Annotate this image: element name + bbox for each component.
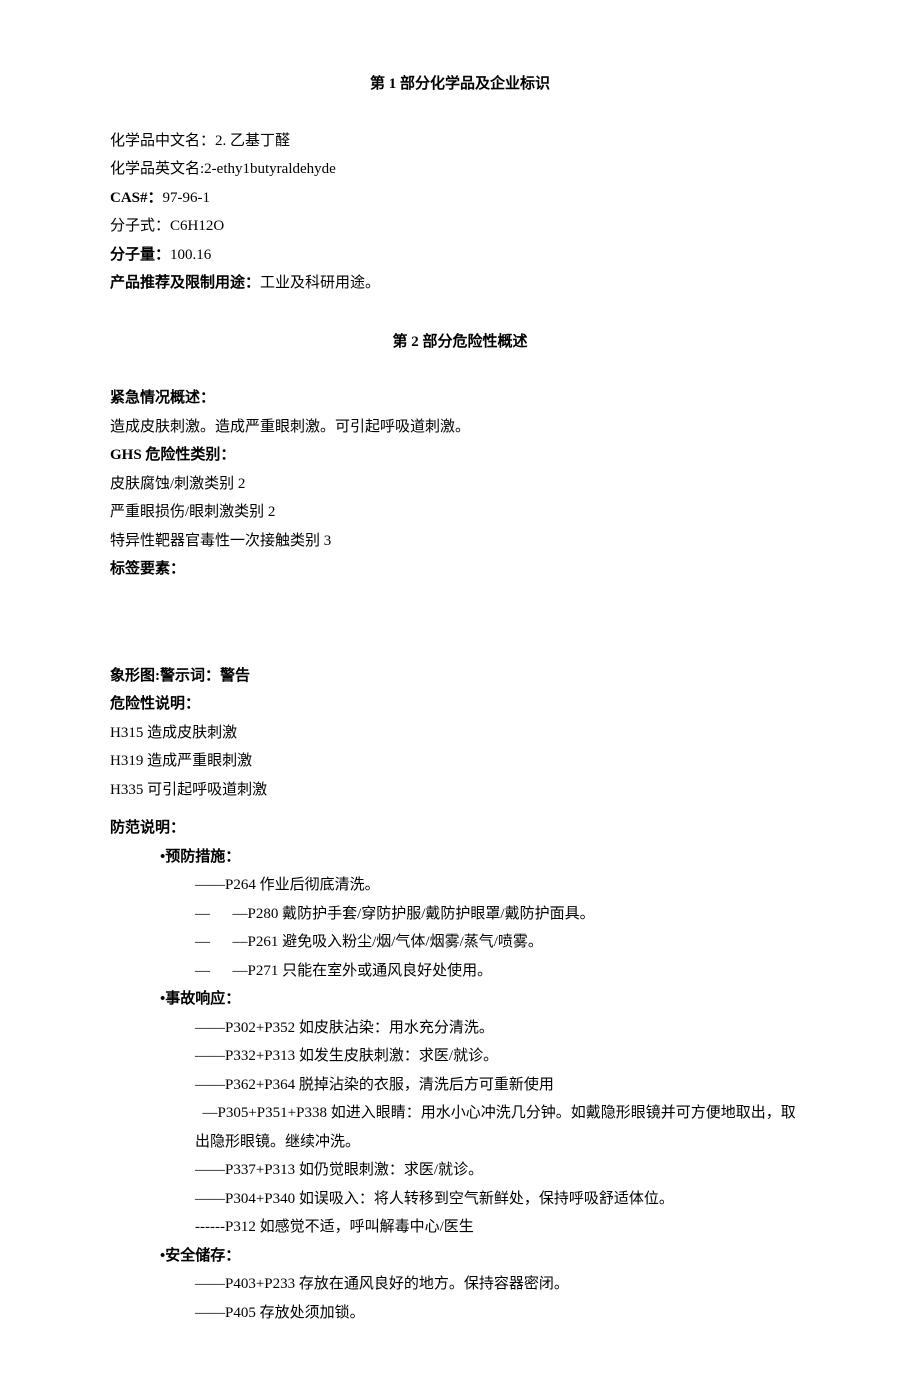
english-name-row: 化学品英文名:2-ethy1butyraldehyde [110, 155, 810, 184]
use-row: 产品推荐及限制用途：工业及科研用途。 [110, 269, 810, 298]
cas-row: CAS#：97-96-1 [110, 184, 810, 213]
prevention-item-3: — —P271 只能在室外或通风良好处使用。 [110, 957, 810, 986]
hazard-item-2: H335 可引起呼吸道刺激 [110, 776, 810, 805]
storage-item-1: ——P405 存放处须加锁。 [110, 1299, 810, 1328]
hazard-item-1: H319 造成严重眼刺激 [110, 747, 810, 776]
hazard-item-0: H315 造成皮肤刺激 [110, 719, 810, 748]
prevention-label: •预防措施： [110, 843, 810, 872]
response-label: •事故响应： [110, 985, 810, 1014]
emergency-label: 紧急情况概述： [110, 384, 810, 413]
precaution-label: 防范说明： [110, 814, 810, 843]
ghs-label: GHS 危险性类别： [110, 441, 810, 470]
cas-label: CAS#： [110, 190, 163, 206]
use-label: 产品推荐及限制用途： [110, 275, 260, 291]
pictogram-signal: 象形图:警示词：警告 [110, 662, 810, 691]
mw-value: 100.16 [170, 247, 211, 263]
label-elements-label: 标签要素： [110, 555, 810, 584]
response-item-2: ——P362+P364 脱掉沾染的衣服，清洗后方可重新使用 [110, 1071, 810, 1100]
chinese-name-row: 化学品中文名：2. 乙基丁醛 [110, 127, 810, 156]
cas-value: 97-96-1 [163, 190, 211, 206]
formula-row: 分子式：C6H12O [110, 212, 810, 241]
storage-label: •安全储存： [110, 1242, 810, 1271]
storage-item-0: ——P403+P233 存放在通风良好的地方。保持容器密闭。 [110, 1270, 810, 1299]
section-2-title: 第 2 部分危险性概述 [110, 328, 810, 357]
chinese-name-label: 化学品中文名： [110, 133, 215, 149]
ghs-item-1: 严重眼损伤/眼刺激类别 2 [110, 498, 810, 527]
pictogram-spacer [110, 584, 810, 662]
chinese-name-value: 2. 乙基丁醛 [215, 133, 290, 149]
hazard-label: 危险性说明： [110, 690, 810, 719]
use-value: 工业及科研用途。 [260, 275, 380, 291]
english-name-value: 2-ethy1butyraldehyde [204, 161, 336, 177]
ghs-item-2: 特异性靶器官毒性一次接触类别 3 [110, 527, 810, 556]
english-name-label: 化学品英文名: [110, 161, 204, 177]
response-item-4: ——P337+P313 如仍觉眼刺激：求医/就诊。 [110, 1156, 810, 1185]
formula-value: C6H12O [170, 218, 224, 234]
response-item-0: ——P302+P352 如皮肤沾染：用水充分清洗。 [110, 1014, 810, 1043]
ghs-item-0: 皮肤腐蚀/刺激类别 2 [110, 470, 810, 499]
mw-row: 分子量：100.16 [110, 241, 810, 270]
response-item-3: —P305+P351+P338 如进入眼睛：用水小心冲洗几分钟。如戴隐形眼镜并可… [110, 1099, 810, 1156]
response-item-1: ——P332+P313 如发生皮肤刺激：求医/就诊。 [110, 1042, 810, 1071]
prevention-item-2: — —P261 避免吸入粉尘/烟/气体/烟雾/蒸气/喷雾。 [110, 928, 810, 957]
mw-label: 分子量： [110, 247, 170, 263]
response-item-5: ——P304+P340 如误吸入：将人转移到空气新鲜处，保持呼吸舒适体位。 [110, 1185, 810, 1214]
prevention-item-0: ——P264 作业后彻底清洗。 [110, 871, 810, 900]
section-1-title: 第 1 部分化学品及企业标识 [110, 70, 810, 99]
formula-label: 分子式： [110, 218, 170, 234]
response-item-6: ------P312 如感觉不适，呼叫解毒中心/医生 [110, 1213, 810, 1242]
emergency-text: 造成皮肤刺激。造成严重眼刺激。可引起呼吸道刺激。 [110, 413, 810, 442]
prevention-item-1: — —P280 戴防护手套/穿防护服/戴防护眼罩/戴防护面具。 [110, 900, 810, 929]
